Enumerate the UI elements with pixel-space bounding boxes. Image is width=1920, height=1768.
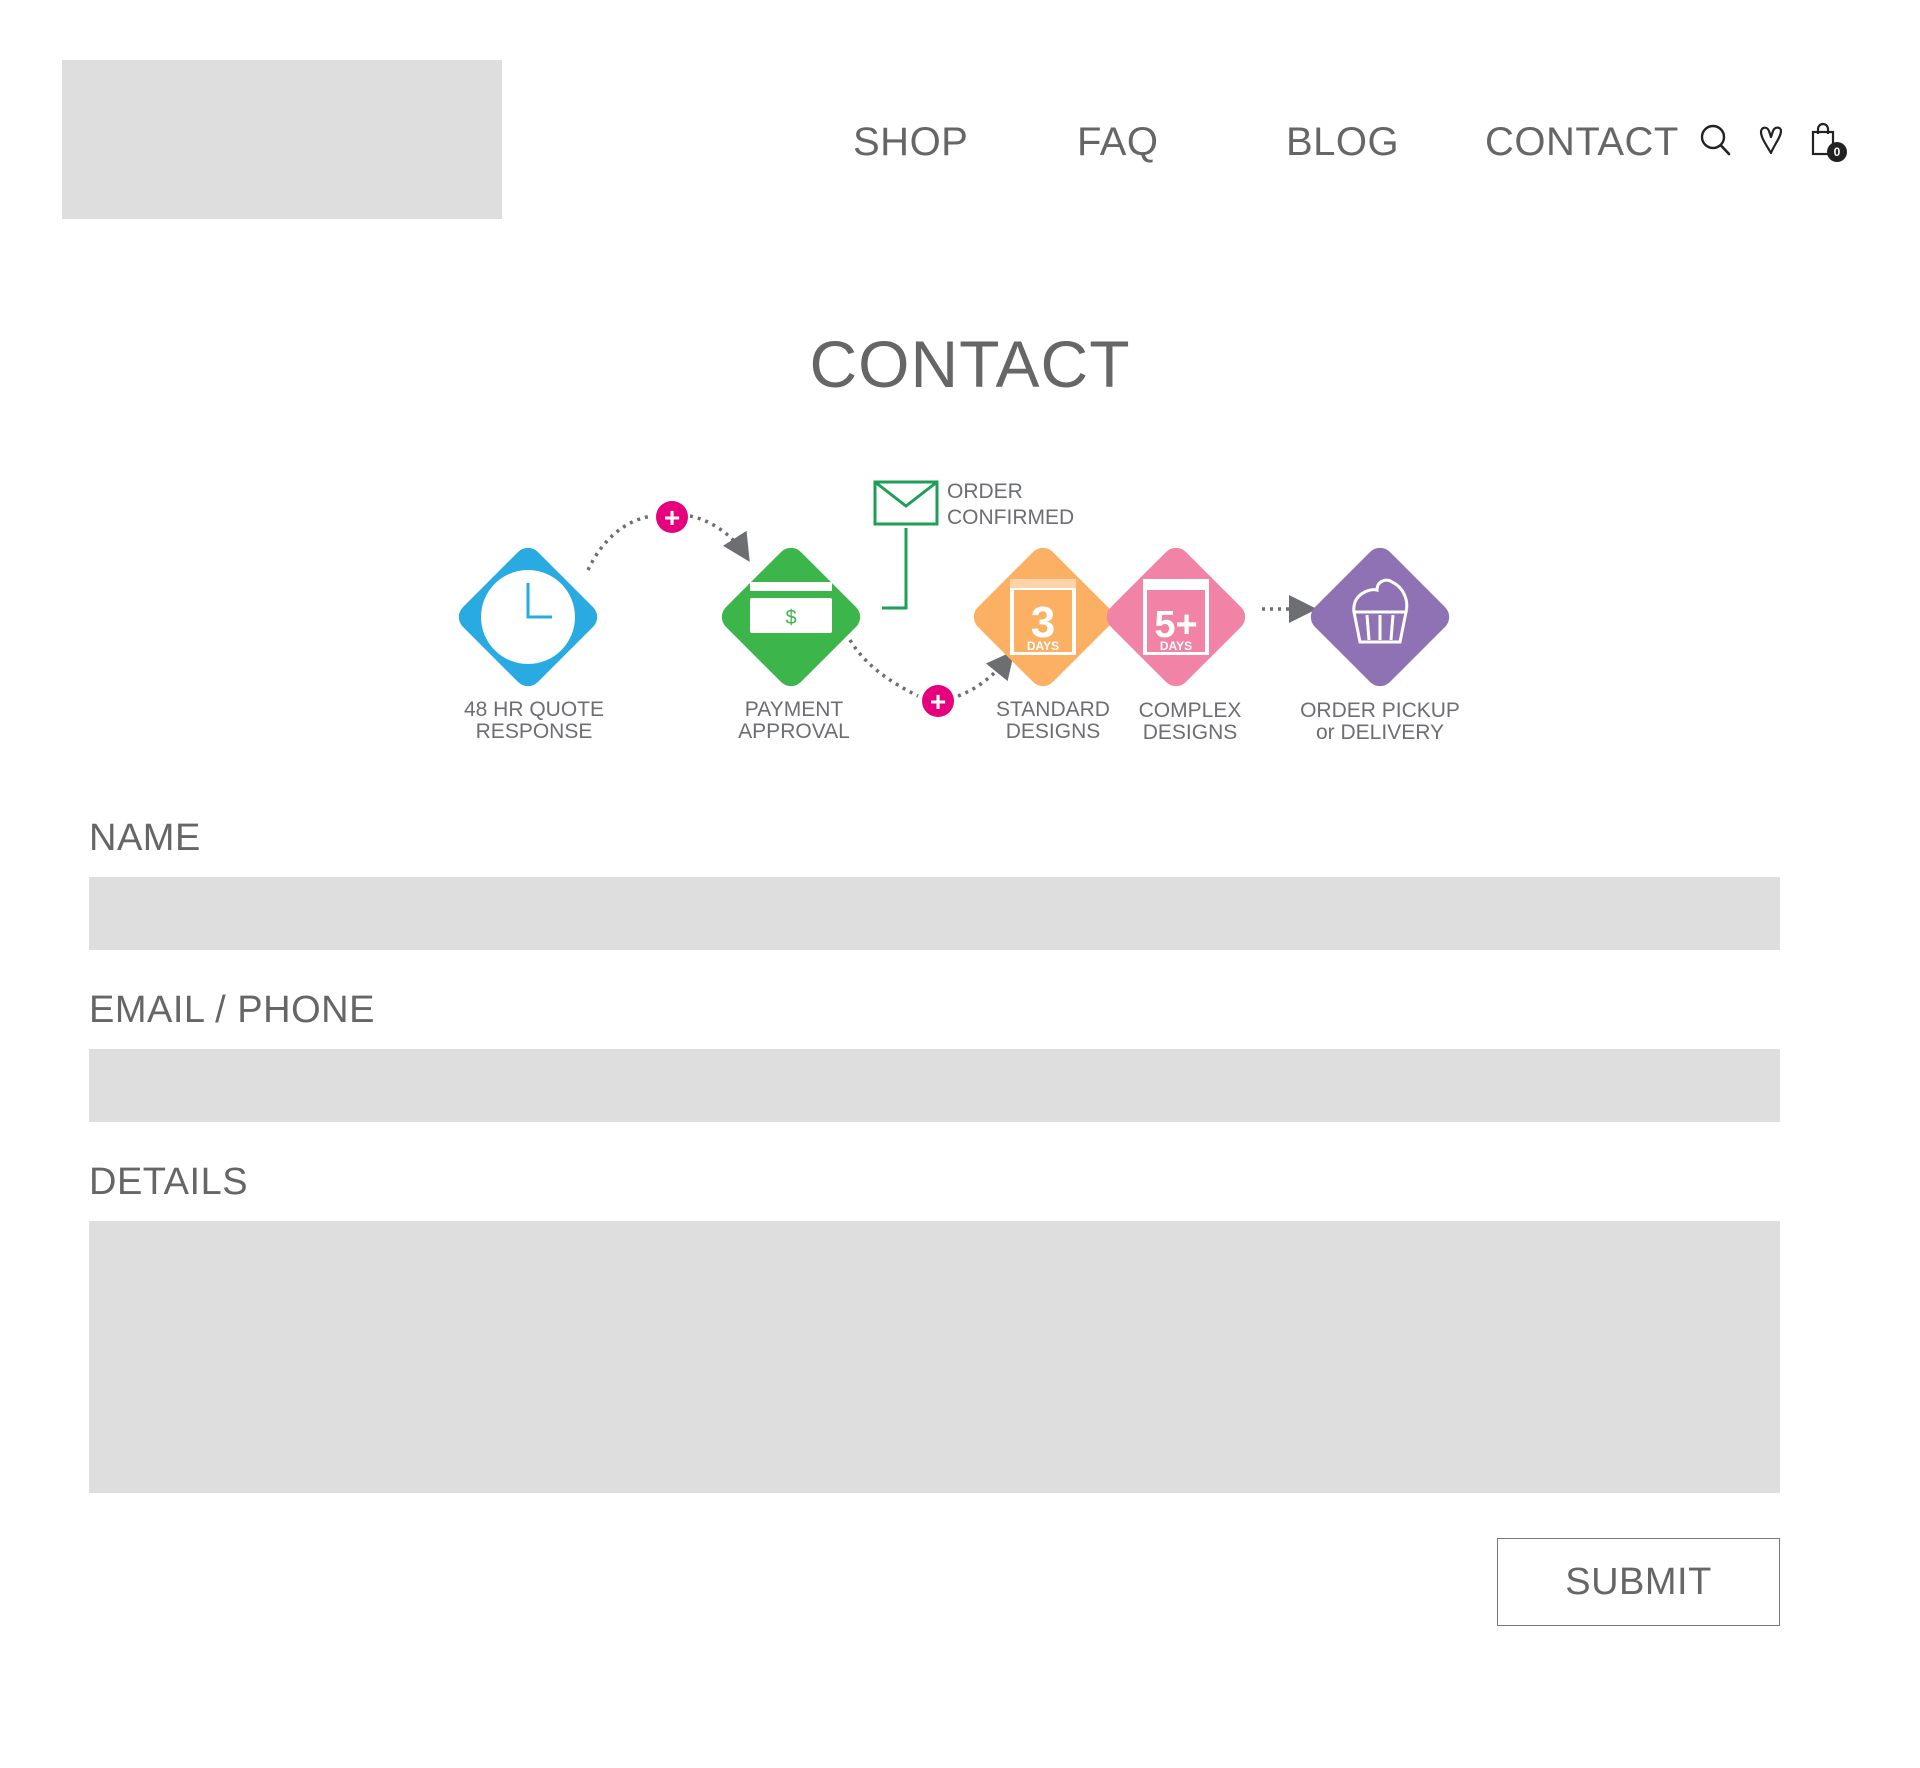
step-label-complex-line2: DESIGNS bbox=[1143, 721, 1238, 744]
step-label-standard-line1: STANDARD bbox=[996, 698, 1110, 721]
complex-designs-step: 5+ DAYS bbox=[1106, 547, 1246, 687]
step-label-payment-line1: PAYMENT bbox=[745, 698, 844, 721]
heart-icon[interactable] bbox=[1758, 124, 1784, 161]
name-label: NAME bbox=[89, 817, 201, 859]
plus-badge-2: + bbox=[922, 685, 954, 717]
nav-link-blog[interactable]: BLOG bbox=[1286, 118, 1399, 166]
submit-button[interactable]: SUBMIT bbox=[1497, 1538, 1780, 1626]
step-label-complex-line1: COMPLEX bbox=[1139, 699, 1242, 722]
order-pickup-step bbox=[1310, 547, 1450, 687]
step-label-quote-line1: 48 HR QUOTE bbox=[464, 698, 604, 721]
step-label-pickup-line1: ORDER PICKUP bbox=[1300, 699, 1460, 722]
details-textarea[interactable] bbox=[89, 1221, 1780, 1493]
order-confirmed-line1: ORDER bbox=[947, 480, 1023, 503]
order-confirmed-line2: CONFIRMED bbox=[947, 506, 1074, 529]
step-label-payment-line2: APPROVAL bbox=[738, 720, 850, 743]
complex-days-label: DAYS bbox=[1160, 639, 1192, 653]
order-process-graphic: ORDER CONFIRMED $ + + 3 DAYS 5+ DAYS 48 … bbox=[458, 480, 1460, 744]
payment-approval-step: $ bbox=[721, 547, 861, 687]
details-label: DETAILS bbox=[89, 1161, 249, 1203]
standard-days-label: DAYS bbox=[1027, 639, 1059, 653]
logo-placeholder[interactable] bbox=[62, 60, 502, 219]
shopping-bag-icon[interactable]: 0 bbox=[1810, 122, 1854, 169]
step-label-pickup-line2: or DELIVERY bbox=[1316, 721, 1444, 744]
nav-link-shop[interactable]: SHOP bbox=[853, 118, 968, 166]
nav-link-contact[interactable]: CONTACT bbox=[1485, 118, 1679, 166]
page-title: CONTACT bbox=[809, 327, 1131, 401]
quote-response-step bbox=[458, 547, 598, 687]
envelope-icon bbox=[873, 480, 939, 526]
email-phone-input[interactable] bbox=[89, 1049, 1780, 1122]
email-phone-label: EMAIL / PHONE bbox=[89, 989, 375, 1031]
name-input[interactable] bbox=[89, 877, 1780, 950]
cart-count-badge: 0 bbox=[1833, 145, 1841, 159]
nav-link-faq[interactable]: FAQ bbox=[1077, 118, 1159, 166]
plus-symbol-2: + bbox=[930, 686, 946, 717]
step-label-standard-line2: DESIGNS bbox=[1006, 720, 1101, 743]
search-icon[interactable] bbox=[1700, 124, 1732, 163]
currency-symbol: $ bbox=[785, 607, 796, 629]
step-label-quote-line2: RESPONSE bbox=[476, 720, 593, 743]
standard-designs-step: 3 DAYS bbox=[973, 547, 1113, 687]
plus-badge-1: + bbox=[656, 501, 688, 533]
plus-symbol-1: + bbox=[664, 502, 680, 533]
